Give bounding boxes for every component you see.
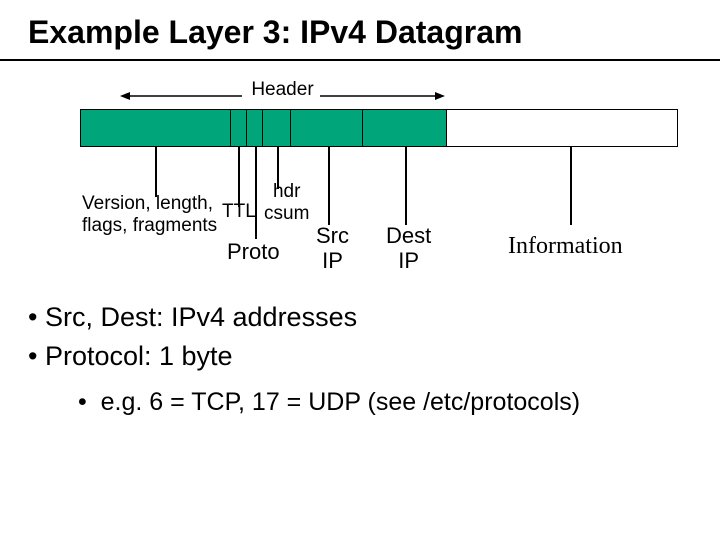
label-info: Information: [508, 233, 623, 261]
bullet-1: • Src, Dest: IPv4 addresses: [28, 298, 580, 337]
bullet-list: • Src, Dest: IPv4 addresses • Protocol: …: [28, 298, 580, 421]
label-destip: Dest IP: [386, 223, 431, 274]
datagram-bar: [80, 109, 678, 147]
page-title: Example Layer 3: IPv4 Datagram: [0, 0, 720, 59]
header-extent-arrow: Header: [120, 79, 445, 101]
leader-proto: [255, 147, 257, 239]
leader-info: [570, 147, 572, 225]
leader-destip: [405, 147, 407, 225]
double-arrow-icon: [120, 89, 445, 103]
seg-vlff: [81, 110, 231, 146]
bullet-2a: • e.g. 6 = TCP, 17 = UDP (see /etc/proto…: [28, 384, 580, 420]
seg-csum: [263, 110, 291, 146]
seg-ttl: [231, 110, 247, 146]
leader-srcip: [328, 147, 330, 225]
bullet-2a-text: e.g. 6 = TCP, 17 = UDP (see /etc/protoco…: [101, 388, 580, 416]
datagram-diagram: Header Version, length, flags, fragments…: [0, 61, 720, 271]
seg-srcip: [291, 110, 363, 146]
seg-info: [447, 110, 677, 146]
label-proto: Proto: [227, 239, 280, 264]
seg-destip: [363, 110, 447, 146]
bullet-1-text: Src, Dest: IPv4 addresses: [45, 302, 357, 332]
label-srcip: Src IP: [316, 223, 349, 274]
leader-vlff: [155, 147, 157, 197]
label-vlff: Version, length, flags, fragments: [82, 193, 217, 237]
leader-ttl: [238, 147, 240, 207]
label-hdrcsum: hdr csum: [264, 181, 309, 225]
label-ttl: TTL: [222, 201, 256, 223]
seg-proto: [247, 110, 263, 146]
bullet-2: • Protocol: 1 byte: [28, 337, 580, 376]
bullet-2-text: Protocol: 1 byte: [45, 341, 233, 371]
